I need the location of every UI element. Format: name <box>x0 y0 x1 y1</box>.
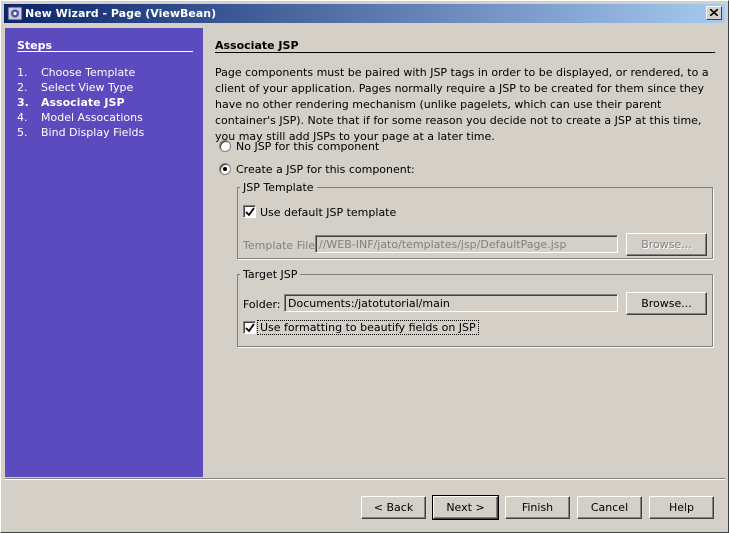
no-jsp-radio-label[interactable]: No JSP for this component <box>236 140 379 153</box>
radio-button-unselected[interactable] <box>219 140 231 152</box>
template-browse-button[interactable]: Browse... <box>626 233 707 256</box>
checkmark-icon <box>245 207 255 217</box>
close-icon <box>710 9 718 16</box>
button-bar-divider-highlight <box>5 479 725 480</box>
cancel-button[interactable]: Cancel <box>577 496 642 519</box>
folder-browse-button[interactable]: Browse... <box>626 292 707 315</box>
use-default-template-label[interactable]: Use default JSP template <box>260 206 396 219</box>
step-label: Associate JSP <box>41 96 125 109</box>
back-button[interactable]: < Back <box>361 496 426 519</box>
use-default-template-checkbox[interactable] <box>243 205 256 218</box>
step-number: 1. <box>17 66 28 79</box>
steps-sidebar: Steps 1. Choose Template 2. Select View … <box>5 28 203 477</box>
wizard-window: New Wizard - Page (ViewBean) Steps 1. Ch… <box>0 0 729 533</box>
template-file-field[interactable] <box>315 235 618 253</box>
panel-title-divider <box>215 52 715 53</box>
folder-field[interactable] <box>284 294 618 312</box>
window-title: New Wizard - Page (ViewBean) <box>25 7 217 20</box>
step-label: Model Assocations <box>41 111 143 124</box>
step-number: 4. <box>17 111 28 124</box>
next-button[interactable]: Next > <box>432 495 499 520</box>
step-number: 2. <box>17 81 28 94</box>
panel-title: Associate JSP <box>215 39 299 52</box>
jsp-template-legend: JSP Template <box>243 181 314 194</box>
formatting-checkbox[interactable] <box>243 321 256 334</box>
close-button[interactable] <box>706 6 722 20</box>
wizard-panel: Associate JSP Page components must be pa… <box>203 28 726 477</box>
title-bar[interactable]: New Wizard - Page (ViewBean) <box>4 4 725 23</box>
step-label: Choose Template <box>41 66 136 79</box>
create-jsp-radio-label[interactable]: Create a JSP for this component: <box>236 163 415 176</box>
folder-label: Folder: <box>243 298 281 311</box>
formatting-label[interactable]: Use formatting to beautify fields on JSP <box>257 320 479 335</box>
step-label: Bind Display Fields <box>41 126 145 139</box>
app-icon <box>7 6 23 21</box>
template-file-label: Template File: <box>243 239 319 252</box>
step-number: 3. <box>17 96 29 109</box>
panel-description: Page components must be paired with JSP … <box>215 66 709 143</box>
help-button[interactable]: Help <box>649 496 714 519</box>
finish-button[interactable]: Finish <box>505 496 570 519</box>
step-number: 5. <box>17 126 28 139</box>
checkmark-icon <box>245 323 255 333</box>
target-jsp-legend: Target JSP <box>243 268 298 281</box>
steps-divider <box>17 51 193 52</box>
radio-button-selected[interactable] <box>219 163 231 175</box>
step-label: Select View Type <box>41 81 134 94</box>
